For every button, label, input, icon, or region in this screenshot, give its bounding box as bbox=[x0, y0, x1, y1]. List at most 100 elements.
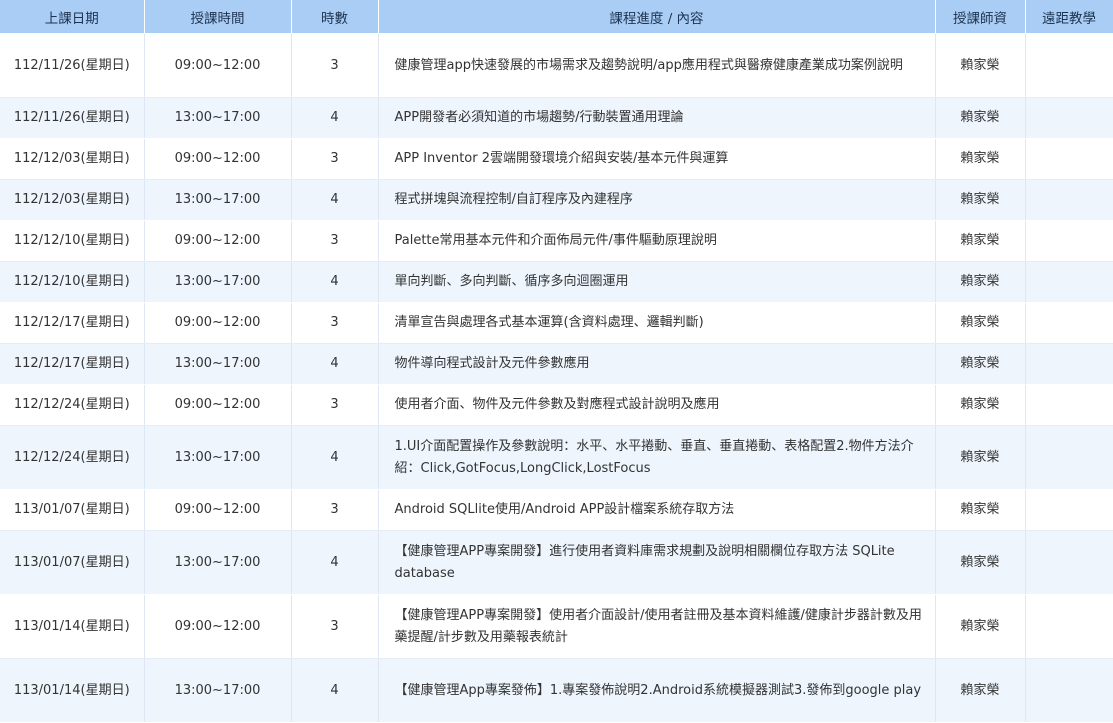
cell-hours: 4 bbox=[291, 343, 379, 385]
cell-content: Palette常用基本元件和介面佈局元件/事件驅動原理說明 bbox=[378, 220, 936, 262]
table-row: 112/12/17(星期日) 09:00~12:00 3 清單宣告與處理各式基本運算(… bbox=[0, 302, 1113, 344]
cell-time: 09:00~12:00 bbox=[144, 489, 292, 531]
cell-content: 物件導向程式設計及元件參數應用 bbox=[378, 343, 936, 385]
cell-time: 13:00~17:00 bbox=[144, 530, 292, 595]
cell-date: 112/11/26(星期日) bbox=[0, 33, 145, 98]
cell-remote bbox=[1025, 179, 1113, 221]
header-hours: 時數 bbox=[291, 0, 379, 34]
header-row: 上課日期 授課時間 時數 課程進度 / 內容 授課師資 遠距教學 bbox=[0, 0, 1113, 34]
cell-content: APP Inventor 2雲端開發環境介紹與安裝/基本元件與運算 bbox=[378, 138, 936, 180]
cell-remote bbox=[1025, 658, 1113, 723]
header-teacher: 授課師資 bbox=[935, 0, 1026, 34]
cell-remote bbox=[1025, 530, 1113, 595]
table-row: 112/12/17(星期日) 13:00~17:00 4 物件導向程式設計及元件參數應… bbox=[0, 343, 1113, 385]
cell-time: 09:00~12:00 bbox=[144, 302, 292, 344]
table-header: 上課日期 授課時間 時數 課程進度 / 內容 授課師資 遠距教學 bbox=[0, 0, 1113, 34]
cell-hours: 4 bbox=[291, 530, 379, 595]
cell-remote bbox=[1025, 33, 1113, 98]
header-remote: 遠距教學 bbox=[1025, 0, 1113, 34]
cell-teacher: 賴家榮 bbox=[935, 530, 1026, 595]
table-row: 112/12/10(星期日) 13:00~17:00 4 單向判斷、多向判斷、循序多向… bbox=[0, 261, 1113, 303]
cell-teacher: 賴家榮 bbox=[935, 220, 1026, 262]
table-row: 112/12/03(星期日) 13:00~17:00 4 程式拼塊與流程控制/自訂程序… bbox=[0, 179, 1113, 221]
cell-content: Android SQLlite使用/Android APP設計檔案系統存取方法 bbox=[378, 489, 936, 531]
cell-remote bbox=[1025, 384, 1113, 426]
cell-content: 清單宣告與處理各式基本運算(含資料處理、邏輯判斷) bbox=[378, 302, 936, 344]
cell-content: 健康管理app快速發展的市場需求及趨勢說明/app應用程式與醫療健康產業成功案例… bbox=[378, 33, 936, 98]
cell-teacher: 賴家榮 bbox=[935, 179, 1026, 221]
table-body: 112/11/26(星期日) 09:00~12:00 3 健康管理app快速發展的市場… bbox=[0, 33, 1113, 723]
table-row: 113/01/14(星期日) 13:00~17:00 4 【健康管理App專案發佈】1… bbox=[0, 658, 1113, 723]
cell-date: 113/01/14(星期日) bbox=[0, 658, 145, 723]
header-date: 上課日期 bbox=[0, 0, 145, 34]
cell-time: 09:00~12:00 bbox=[144, 594, 292, 659]
cell-teacher: 賴家榮 bbox=[935, 97, 1026, 139]
cell-hours: 3 bbox=[291, 302, 379, 344]
table-row: 113/01/07(星期日) 09:00~12:00 3 Android SQLlit… bbox=[0, 489, 1113, 531]
cell-teacher: 賴家榮 bbox=[935, 489, 1026, 531]
cell-content: 程式拼塊與流程控制/自訂程序及內建程序 bbox=[378, 179, 936, 221]
table-row: 112/12/24(星期日) 09:00~12:00 3 使用者介面、物件及元件參數及… bbox=[0, 384, 1113, 426]
cell-teacher: 賴家榮 bbox=[935, 384, 1026, 426]
cell-hours: 4 bbox=[291, 261, 379, 303]
cell-date: 113/01/07(星期日) bbox=[0, 530, 145, 595]
cell-hours: 3 bbox=[291, 384, 379, 426]
cell-time: 13:00~17:00 bbox=[144, 179, 292, 221]
cell-content: APP開發者必須知道的市場趨勢/行動裝置通用理論 bbox=[378, 97, 936, 139]
cell-date: 112/12/03(星期日) bbox=[0, 179, 145, 221]
cell-teacher: 賴家榮 bbox=[935, 33, 1026, 98]
cell-date: 112/11/26(星期日) bbox=[0, 97, 145, 139]
cell-time: 09:00~12:00 bbox=[144, 384, 292, 426]
header-content: 課程進度 / 內容 bbox=[378, 0, 936, 34]
table-row: 112/11/26(星期日) 13:00~17:00 4 APP開發者必須知道的市場趨… bbox=[0, 97, 1113, 139]
cell-teacher: 賴家榮 bbox=[935, 138, 1026, 180]
table-row: 113/01/14(星期日) 09:00~12:00 3 【健康管理APP專案開發】使… bbox=[0, 594, 1113, 659]
cell-teacher: 賴家榮 bbox=[935, 594, 1026, 659]
cell-teacher: 賴家榮 bbox=[935, 343, 1026, 385]
cell-time: 09:00~12:00 bbox=[144, 33, 292, 98]
cell-hours: 4 bbox=[291, 97, 379, 139]
table-row: 112/11/26(星期日) 09:00~12:00 3 健康管理app快速發展的市場… bbox=[0, 33, 1113, 98]
cell-time: 13:00~17:00 bbox=[144, 425, 292, 490]
cell-teacher: 賴家榮 bbox=[935, 658, 1026, 723]
cell-hours: 3 bbox=[291, 489, 379, 531]
cell-remote bbox=[1025, 261, 1113, 303]
cell-remote bbox=[1025, 220, 1113, 262]
cell-date: 112/12/17(星期日) bbox=[0, 343, 145, 385]
cell-teacher: 賴家榮 bbox=[935, 425, 1026, 490]
cell-time: 13:00~17:00 bbox=[144, 658, 292, 723]
cell-remote bbox=[1025, 594, 1113, 659]
cell-time: 09:00~12:00 bbox=[144, 138, 292, 180]
header-time: 授課時間 bbox=[144, 0, 292, 34]
cell-date: 113/01/07(星期日) bbox=[0, 489, 145, 531]
cell-remote bbox=[1025, 425, 1113, 490]
cell-hours: 4 bbox=[291, 658, 379, 723]
cell-hours: 3 bbox=[291, 220, 379, 262]
cell-teacher: 賴家榮 bbox=[935, 261, 1026, 303]
course-schedule-table: 上課日期 授課時間 時數 課程進度 / 內容 授課師資 遠距教學 112/11/… bbox=[0, 0, 1113, 723]
cell-hours: 3 bbox=[291, 33, 379, 98]
cell-hours: 4 bbox=[291, 179, 379, 221]
cell-remote bbox=[1025, 97, 1113, 139]
cell-date: 113/01/14(星期日) bbox=[0, 594, 145, 659]
cell-remote bbox=[1025, 302, 1113, 344]
cell-teacher: 賴家榮 bbox=[935, 302, 1026, 344]
cell-content: 使用者介面、物件及元件參數及對應程式設計說明及應用 bbox=[378, 384, 936, 426]
cell-remote bbox=[1025, 138, 1113, 180]
cell-date: 112/12/03(星期日) bbox=[0, 138, 145, 180]
cell-date: 112/12/10(星期日) bbox=[0, 261, 145, 303]
table-row: 112/12/24(星期日) 13:00~17:00 4 1.UI介面配置操作及參數說… bbox=[0, 425, 1113, 490]
cell-date: 112/12/24(星期日) bbox=[0, 425, 145, 490]
cell-remote bbox=[1025, 343, 1113, 385]
cell-content: 單向判斷、多向判斷、循序多向迴圈運用 bbox=[378, 261, 936, 303]
cell-time: 13:00~17:00 bbox=[144, 97, 292, 139]
cell-content: 【健康管理App專案發佈】1.專案發佈說明2.Android系統模擬器測試3.發… bbox=[378, 658, 936, 723]
cell-remote bbox=[1025, 489, 1113, 531]
cell-content: 【健康管理APP專案開發】使用者介面設計/使用者註冊及基本資料維護/健康計步器計… bbox=[378, 594, 936, 659]
cell-date: 112/12/24(星期日) bbox=[0, 384, 145, 426]
cell-content: 1.UI介面配置操作及參數說明：水平、水平捲動、垂直、垂直捲動、表格配置2.物件… bbox=[378, 425, 936, 490]
cell-hours: 3 bbox=[291, 138, 379, 180]
cell-time: 13:00~17:00 bbox=[144, 343, 292, 385]
cell-date: 112/12/10(星期日) bbox=[0, 220, 145, 262]
cell-time: 09:00~12:00 bbox=[144, 220, 292, 262]
